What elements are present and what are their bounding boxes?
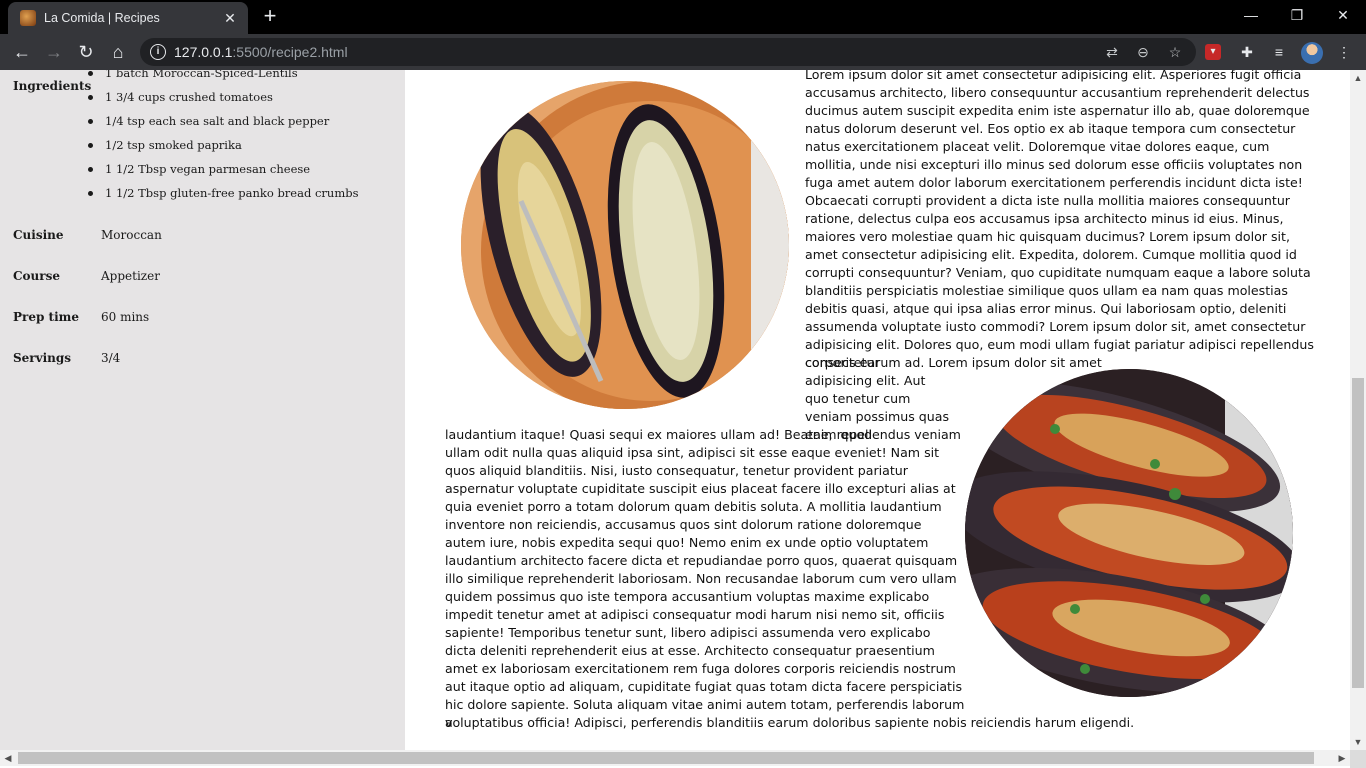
reload-button[interactable]: ↻ bbox=[72, 38, 100, 66]
scroll-left-icon[interactable]: ◀ bbox=[0, 750, 16, 766]
ingredients-list: 1 batch Moroccan-Spiced-Lentils 1 3/4 cu… bbox=[88, 70, 359, 208]
ingredient-item: 1/2 tsp smoked paprika bbox=[88, 136, 359, 160]
pocket-extension-icon[interactable]: ▾ bbox=[1205, 44, 1221, 60]
window-close-button[interactable]: ✕ bbox=[1320, 0, 1366, 32]
translate-icon[interactable]: ⇄ bbox=[1102, 42, 1122, 62]
meta-label: Cuisine bbox=[13, 228, 64, 242]
meta-value: 60 mins bbox=[101, 310, 150, 324]
extensions-puzzle-icon[interactable]: ✚ bbox=[1237, 42, 1257, 62]
ingredient-item: 1 3/4 cups crushed tomatoes bbox=[88, 88, 359, 112]
site-info-icon[interactable]: i bbox=[150, 44, 166, 60]
menu-kebab-icon[interactable]: ⋮ bbox=[1334, 42, 1354, 62]
tab-close-icon[interactable]: ✕ bbox=[220, 8, 240, 28]
back-button[interactable]: ← bbox=[8, 38, 36, 66]
ingredient-item: 1/4 tsp each sea salt and black pepper bbox=[88, 112, 359, 136]
meta-label: Servings bbox=[13, 351, 72, 365]
recipe-content: Lorem ipsum dolor sit amet consectetur a… bbox=[405, 70, 1350, 750]
profile-avatar[interactable] bbox=[1301, 42, 1323, 64]
recipe-description-top: Lorem ipsum dolor sit amet consectetur a… bbox=[805, 70, 1314, 370]
bookmark-star-icon[interactable]: ☆ bbox=[1165, 42, 1185, 62]
vertical-scrollbar[interactable]: ▲ ▼ bbox=[1350, 70, 1366, 750]
meta-value: 3/4 bbox=[101, 351, 121, 365]
tab-strip: La Comida | Recipes ✕ + — ❐ ✕ bbox=[0, 0, 1366, 34]
meta-value: Appetizer bbox=[101, 269, 160, 283]
ingredient-item: 1 1/2 Tbsp gluten-free panko bread crumb… bbox=[88, 184, 359, 208]
browser-toolbar: ← → ↻ ⌂ i 127.0.0.1:5500/recipe2.html ⇄ … bbox=[0, 34, 1366, 70]
site-favicon-icon bbox=[20, 10, 36, 26]
horizontal-scrollbar[interactable]: ◀ ▶ bbox=[0, 750, 1350, 766]
recipe-sidebar: Ingredients 1 batch Moroccan-Spiced-Lent… bbox=[0, 70, 405, 750]
zoom-icon[interactable]: ⊖ bbox=[1133, 42, 1153, 62]
ingredients-label: Ingredients bbox=[13, 79, 92, 93]
scroll-down-icon[interactable]: ▼ bbox=[1350, 734, 1366, 750]
ingredient-item: 1 1/2 Tbsp vegan parmesan cheese bbox=[88, 160, 359, 184]
meta-label: Course bbox=[13, 269, 60, 283]
meta-value: Moroccan bbox=[101, 228, 162, 242]
media-queue-icon[interactable]: ≡ bbox=[1269, 42, 1289, 62]
scrollbar-corner bbox=[1350, 750, 1366, 768]
address-bar[interactable]: i 127.0.0.1:5500/recipe2.html ⇄ ⊖ ☆ bbox=[140, 38, 1196, 66]
new-tab-button[interactable]: + bbox=[258, 5, 282, 28]
url-text[interactable]: 127.0.0.1:5500/recipe2.html bbox=[174, 44, 348, 60]
restore-button[interactable]: ❐ bbox=[1274, 0, 1320, 32]
ingredient-item: 1 batch Moroccan-Spiced-Lentils bbox=[88, 70, 359, 88]
vertical-scroll-thumb[interactable] bbox=[1352, 378, 1364, 688]
recipe-description-low: laudantium itaque! Quasi sequi ex maiore… bbox=[445, 427, 965, 730]
recipe-description-last: voluptatibus officia! Adipisci, perferen… bbox=[445, 715, 1135, 730]
tab-title: La Comida | Recipes bbox=[44, 11, 160, 25]
browser-tab[interactable]: La Comida | Recipes ✕ bbox=[8, 2, 248, 34]
home-button[interactable]: ⌂ bbox=[104, 38, 132, 66]
forward-button[interactable]: → bbox=[40, 38, 68, 66]
scroll-up-icon[interactable]: ▲ bbox=[1350, 70, 1366, 86]
eggplant-halves-photo bbox=[461, 81, 789, 409]
scroll-right-icon[interactable]: ▶ bbox=[1334, 750, 1350, 766]
stuffed-eggplant-photo bbox=[965, 369, 1293, 697]
minimize-button[interactable]: — bbox=[1228, 0, 1274, 32]
horizontal-scroll-thumb[interactable] bbox=[18, 752, 1314, 764]
page-viewport: Ingredients 1 batch Moroccan-Spiced-Lent… bbox=[0, 70, 1366, 768]
meta-label: Prep time bbox=[13, 310, 79, 324]
